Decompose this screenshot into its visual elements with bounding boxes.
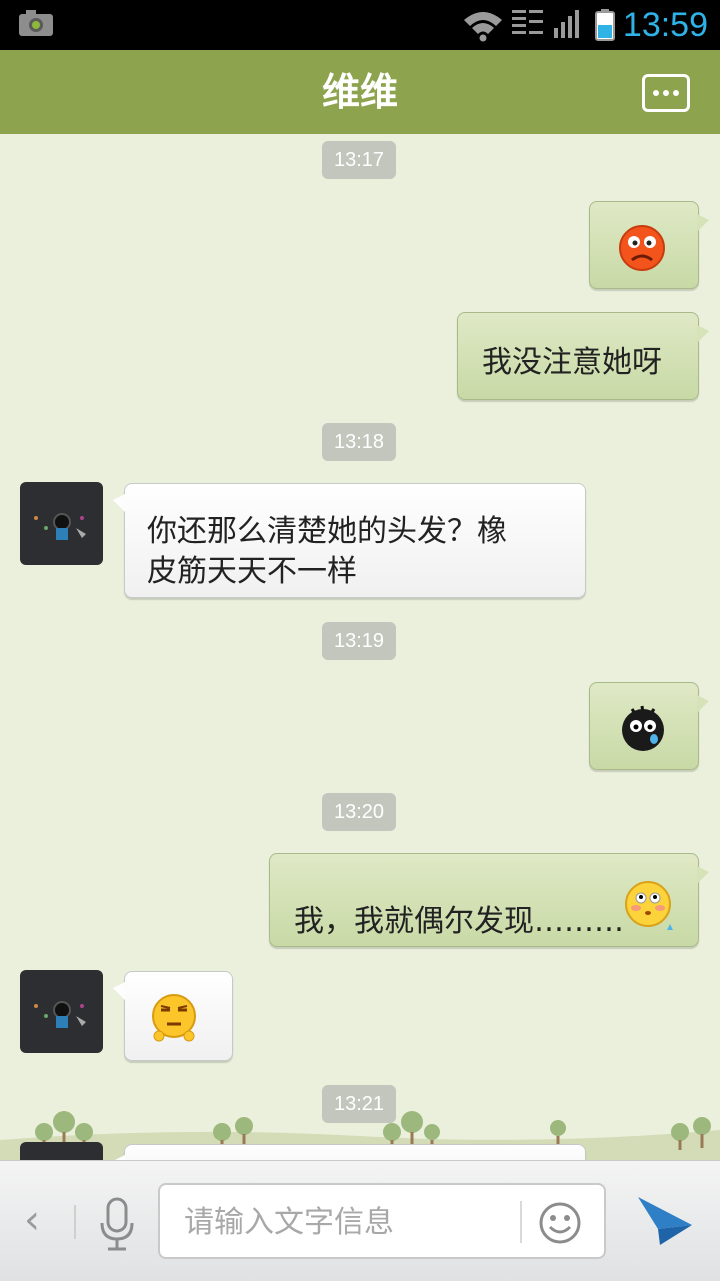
timestamp: 13:18 — [322, 423, 396, 461]
status-bar: 13:59 — [0, 0, 720, 50]
timestamp: 13:19 — [322, 622, 396, 660]
divider — [520, 1201, 522, 1243]
message-input[interactable] — [182, 1197, 516, 1247]
smug-face-emoji — [152, 994, 196, 1042]
embarrassed-face-emoji — [625, 881, 673, 930]
chat-header: 维维 — [0, 50, 720, 140]
microphone-icon[interactable] — [96, 1197, 138, 1253]
message-bubble-sent[interactable]: 我，我就偶尔发现……… — [269, 853, 709, 947]
message-bubble-sent[interactable]: 我没注意她呀 — [457, 312, 709, 400]
signal-icon — [554, 10, 579, 38]
message-bubble-sent[interactable] — [589, 682, 709, 770]
message-text: 我，我就偶尔发现……… — [294, 904, 624, 939]
send-icon[interactable] — [636, 1195, 694, 1247]
avatar-image — [34, 1001, 86, 1028]
message-bubble-received[interactable]: 你还那么清楚她的头发？橡 皮筋天天不一样 — [113, 483, 586, 598]
status-time: 13:59 — [622, 6, 708, 44]
avatar-image — [34, 513, 86, 540]
timestamp: 13:17 — [322, 141, 396, 179]
avatar[interactable] — [20, 1142, 103, 1160]
message-input-container — [158, 1183, 606, 1259]
divider — [74, 1205, 76, 1239]
battery-icon — [595, 9, 615, 41]
angry-face-emoji — [619, 225, 665, 271]
avatar[interactable] — [20, 970, 103, 1053]
emoji-icon[interactable] — [538, 1201, 582, 1245]
timestamp: 13:20 — [322, 793, 396, 831]
chevron-left-icon[interactable]: ‹ — [24, 1197, 40, 1243]
more-icon — [653, 90, 659, 96]
status-icons — [464, 9, 615, 42]
crying-black-face-emoji — [622, 705, 664, 751]
message-bubble-received[interactable] — [113, 971, 233, 1061]
message-text: 皮筋天天不一样 — [147, 554, 357, 589]
input-bar: ‹ — [0, 1160, 720, 1281]
message-text: 我没注意她呀 — [482, 345, 662, 380]
message-bubble-received[interactable] — [113, 1144, 586, 1160]
page-title: 维维 — [321, 70, 398, 114]
message-text: 你还那么清楚她的头发？橡 — [147, 514, 507, 549]
more-options-button[interactable] — [642, 74, 690, 112]
chat-area[interactable]: 13:17 我没注意她呀 13:18 你还那么清楚她的头发？橡 皮筋天天不一样 … — [0, 134, 720, 1160]
message-bubble-sent[interactable] — [589, 201, 709, 289]
network-3g-icon — [512, 10, 543, 34]
avatar[interactable] — [20, 482, 103, 565]
android-debug-icon — [19, 10, 53, 36]
wifi-icon — [464, 12, 502, 42]
